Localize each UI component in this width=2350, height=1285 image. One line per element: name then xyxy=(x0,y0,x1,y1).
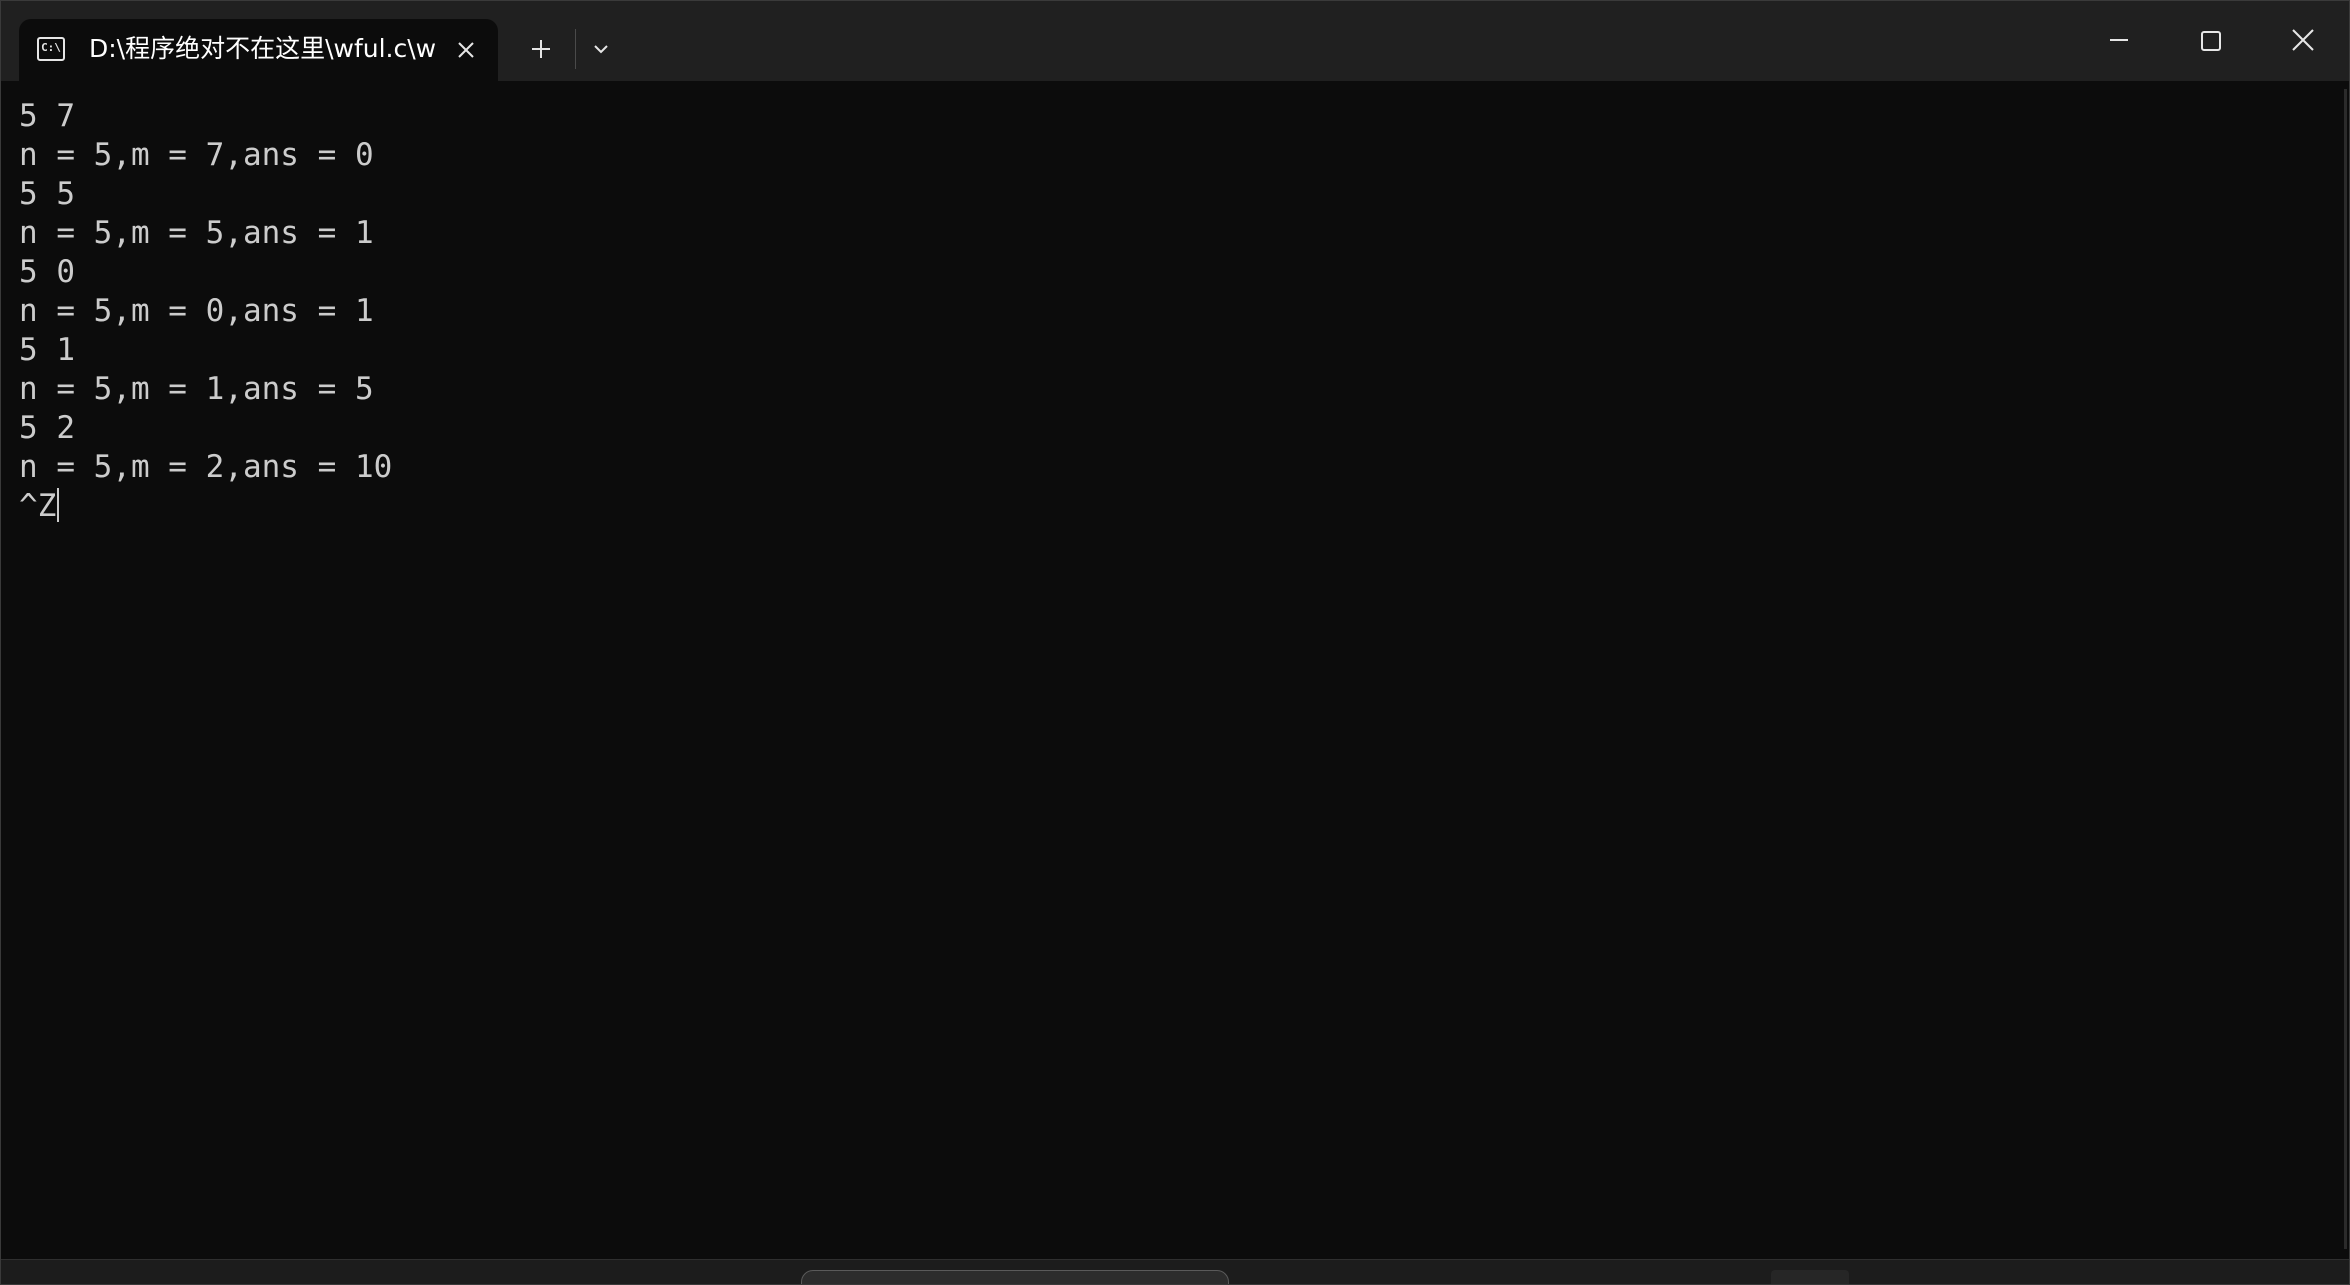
terminal-output[interactable]: 5 7 n = 5,m = 7,ans = 0 5 5 n = 5,m = 5,… xyxy=(1,81,2333,1261)
eof-input: ^Z xyxy=(19,488,57,524)
title-bar[interactable]: C:\ D:\程序绝对不在这里\wful.c\w xyxy=(1,1,2349,81)
terminal-line: n = 5,m = 0,ans = 1 xyxy=(19,293,374,329)
terminal-line: n = 5,m = 2,ans = 10 xyxy=(19,449,393,485)
terminal-prompt-line: ^Z xyxy=(19,487,2333,526)
terminal-line: n = 5,m = 1,ans = 5 xyxy=(19,371,374,407)
taskbar-item[interactable] xyxy=(1771,1270,1849,1284)
maximize-button[interactable] xyxy=(2165,1,2257,79)
terminal-line: n = 5,m = 7,ans = 0 xyxy=(19,137,374,173)
terminal-line: 5 2 xyxy=(19,410,75,446)
taskbar-strip xyxy=(1,1259,2349,1284)
scrollbar-thumb[interactable] xyxy=(2344,89,2347,1249)
terminal-line: 5 5 xyxy=(19,176,75,212)
tab-active[interactable]: C:\ D:\程序绝对不在这里\wful.c\w xyxy=(19,19,498,81)
taskbar-item[interactable] xyxy=(801,1270,1229,1284)
tab-dropdown-button[interactable] xyxy=(581,29,621,69)
tab-title: D:\程序绝对不在这里\wful.c\w xyxy=(89,34,435,63)
terminal-line: 5 0 xyxy=(19,254,75,290)
minimize-icon xyxy=(2110,39,2128,41)
close-window-button[interactable] xyxy=(2257,1,2349,79)
close-icon xyxy=(458,42,474,58)
tab-close-button[interactable] xyxy=(451,35,481,65)
tab-separator xyxy=(575,29,576,69)
plus-icon xyxy=(532,40,550,58)
close-icon xyxy=(2292,29,2314,51)
new-tab-button[interactable] xyxy=(519,29,563,69)
text-cursor xyxy=(57,488,60,522)
terminal-line: 5 7 xyxy=(19,98,75,134)
maximize-icon xyxy=(2201,31,2221,51)
chevron-down-icon xyxy=(594,45,608,54)
minimize-button[interactable] xyxy=(2073,1,2165,79)
terminal-line: n = 5,m = 5,ans = 1 xyxy=(19,215,374,251)
terminal-window: C:\ D:\程序绝对不在这里\wful.c\w 5 7 n = 5,m = 7… xyxy=(0,0,2350,1285)
scrollbar[interactable] xyxy=(2331,81,2349,1261)
terminal-line: 5 1 xyxy=(19,332,75,368)
terminal-icon: C:\ xyxy=(37,37,65,61)
